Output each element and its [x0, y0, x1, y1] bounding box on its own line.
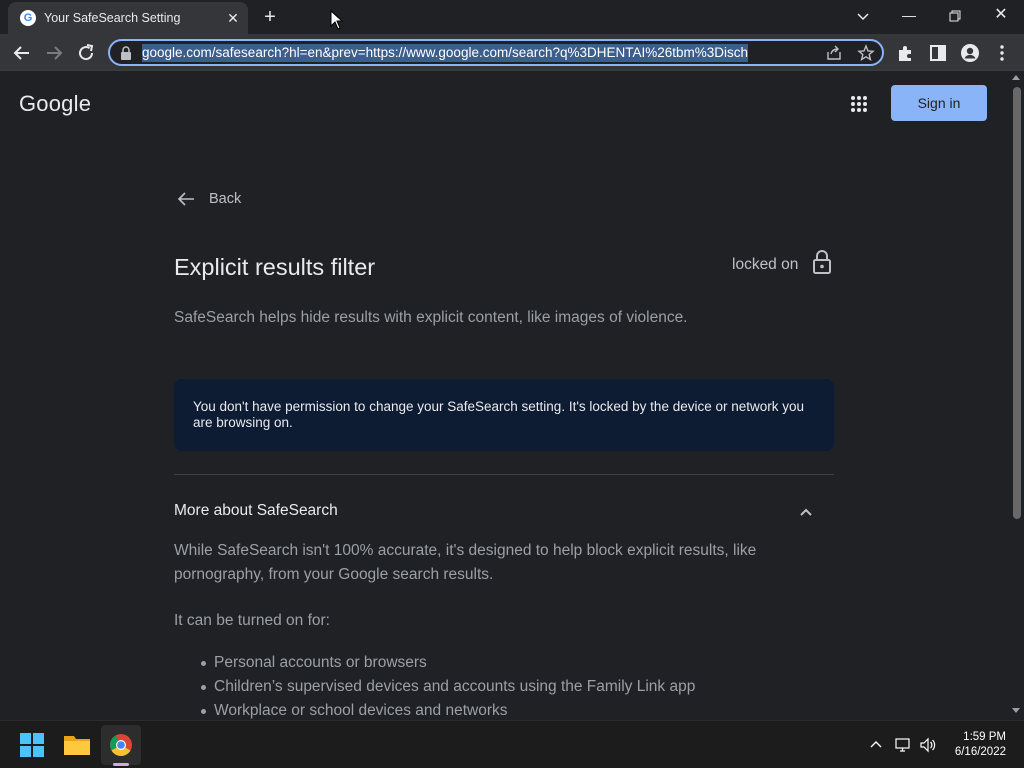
extensions-puzzle-icon[interactable] [894, 41, 918, 65]
folder-icon [64, 736, 90, 755]
url-text[interactable]: google.com/safesearch?hl=en&prev=https:/… [142, 44, 749, 62]
back-arrow-icon [177, 192, 194, 206]
volume-icon[interactable] [919, 736, 937, 754]
bookmark-star-icon[interactable] [857, 44, 875, 62]
locked-status: locked on [732, 256, 799, 273]
tab-title: Your SafeSearch Setting [44, 11, 181, 25]
lock-icon [813, 250, 831, 274]
close-tab-icon[interactable]: ✕ [224, 9, 242, 27]
section-divider [174, 474, 834, 475]
windows-logo-icon [20, 733, 44, 757]
filter-description: SafeSearch helps hide results with expli… [174, 309, 688, 326]
forward-arrow-icon[interactable] [42, 41, 66, 65]
close-window-button[interactable]: ✕ [978, 0, 1024, 32]
file-explorer-button[interactable] [57, 725, 97, 765]
more-about-heading[interactable]: More about SafeSearch [174, 502, 338, 520]
share-icon[interactable] [825, 44, 843, 62]
google-apps-icon[interactable] [850, 95, 868, 113]
profile-avatar-icon[interactable] [958, 41, 982, 65]
sign-in-button[interactable]: Sign in [891, 85, 987, 121]
page-title: Explicit results filter [174, 254, 376, 280]
windows-taskbar: 1:59 PM 6/16/2022 [0, 720, 1024, 768]
list-item: Workplace or school devices and networks [174, 699, 695, 720]
restore-window-button[interactable] [932, 0, 978, 32]
web-page: Google Sign in Back Explicit results fil… [0, 71, 1009, 720]
list-item: Children’s supervised devices and accoun… [174, 675, 695, 699]
list-item: Personal accounts or browsers [174, 651, 695, 675]
back-link[interactable]: Back [174, 187, 241, 211]
chrome-icon [110, 734, 132, 756]
reload-icon[interactable] [74, 41, 98, 65]
address-bar[interactable]: google.com/safesearch?hl=en&prev=https:/… [108, 39, 884, 66]
browser-menu-icon[interactable] [990, 41, 1014, 65]
active-app-indicator [113, 763, 129, 766]
chrome-taskbar-button[interactable] [101, 725, 141, 765]
start-button[interactable] [12, 725, 52, 765]
scrollbar-thumb[interactable] [1013, 87, 1021, 519]
browser-toolbar: google.com/safesearch?hl=en&prev=https:/… [0, 34, 1024, 71]
permission-notice: You don't have permission to change your… [174, 379, 834, 451]
scroll-up-arrow-icon[interactable] [1012, 75, 1020, 80]
secure-lock-icon[interactable] [120, 46, 132, 60]
safesearch-info-paragraph: While SafeSearch isn't 100% accurate, it… [174, 542, 757, 583]
turned-on-list: Personal accounts or browsers Children’s… [174, 651, 695, 720]
clock-date: 6/16/2022 [954, 746, 1006, 758]
show-hidden-icons-chevron-icon[interactable] [867, 736, 885, 754]
side-panel-icon[interactable] [926, 41, 950, 65]
chevron-up-icon[interactable] [797, 503, 815, 521]
tab-search-chevron-icon[interactable] [852, 5, 874, 27]
google-logo[interactable]: Google [19, 91, 91, 117]
clock-time: 1:59 PM [963, 731, 1006, 743]
scroll-down-arrow-icon[interactable] [1012, 708, 1020, 713]
minimize-window-button[interactable]: — [886, 0, 932, 32]
browser-tab[interactable]: G Your SafeSearch Setting ✕ [8, 2, 248, 34]
system-clock[interactable]: 1:59 PM 6/16/2022 [936, 730, 1006, 760]
page-scrollbar[interactable] [1009, 71, 1024, 720]
new-tab-button[interactable]: + [258, 5, 282, 29]
google-favicon-icon: G [20, 10, 36, 26]
turned-on-label: It can be turned on for: [174, 612, 330, 629]
mouse-cursor-icon [330, 10, 344, 30]
back-label: Back [209, 191, 242, 207]
network-icon[interactable] [894, 736, 912, 754]
tab-strip: G Your SafeSearch Setting ✕ + — ✕ [0, 0, 1024, 34]
back-arrow-icon[interactable] [10, 41, 34, 65]
